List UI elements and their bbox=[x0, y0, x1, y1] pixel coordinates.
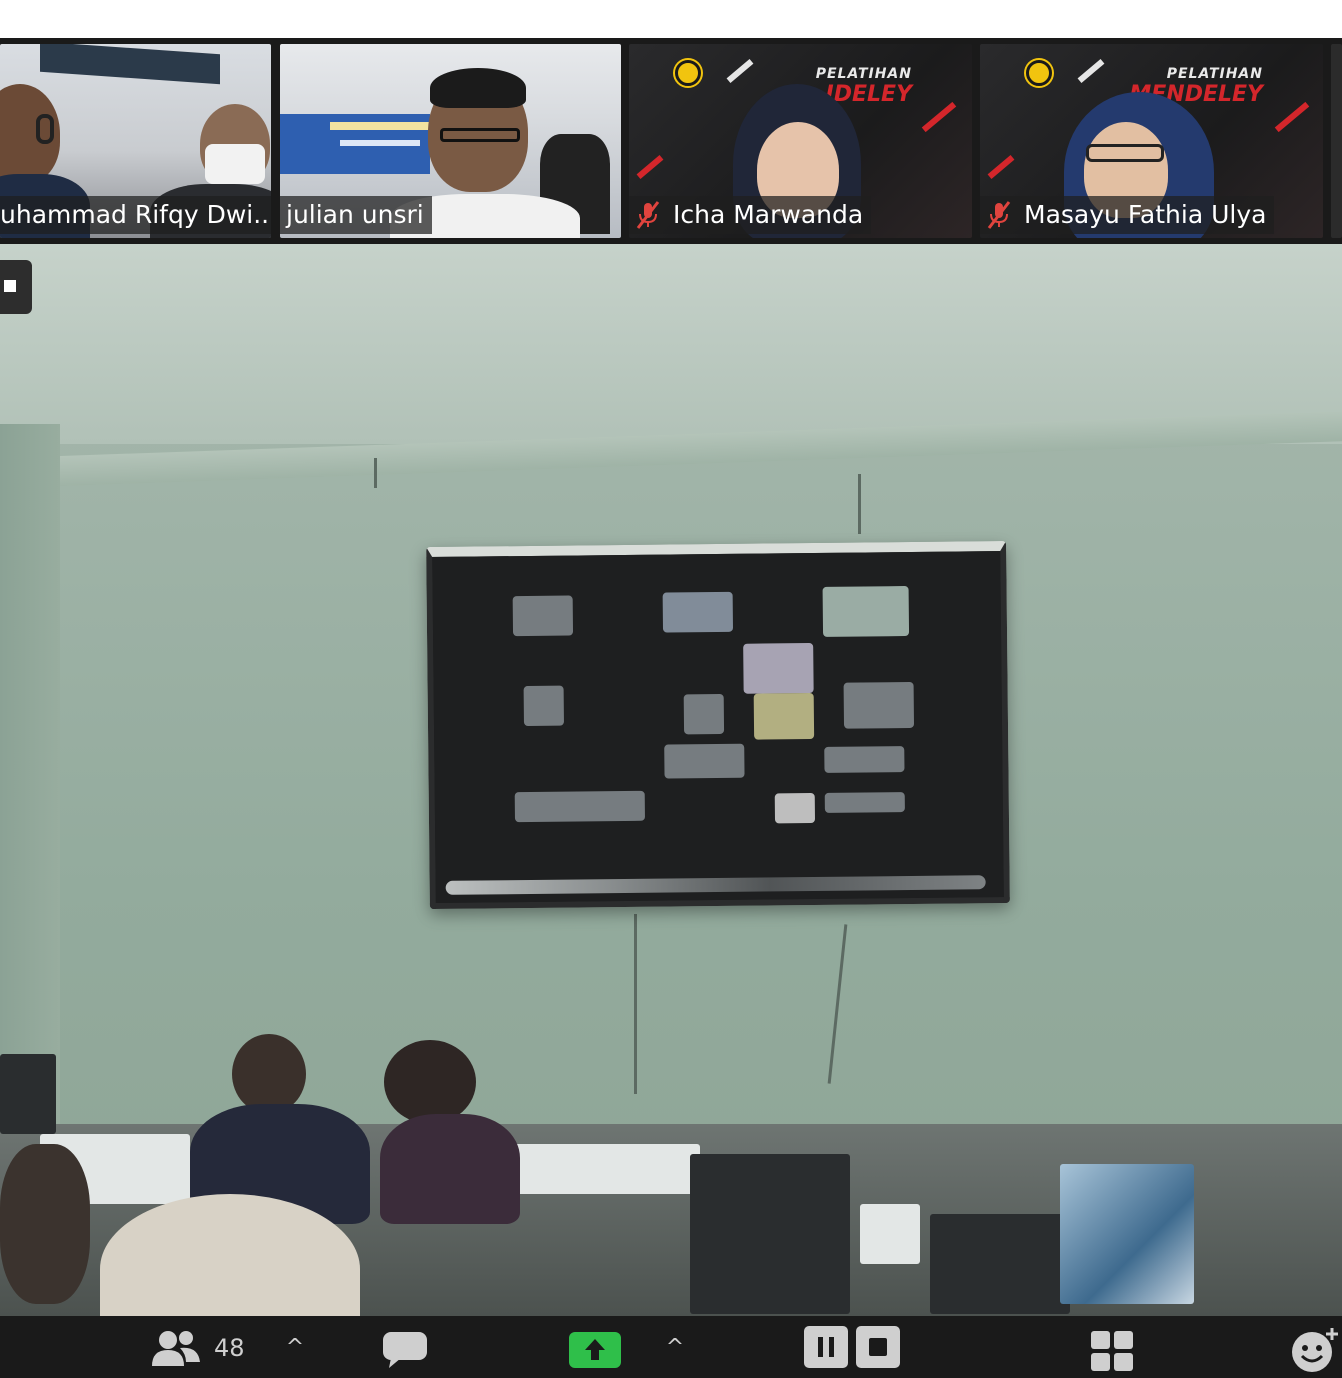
active-speaker-video[interactable] bbox=[0, 244, 1342, 1316]
video-options-badge[interactable] bbox=[0, 260, 32, 314]
participants-icon bbox=[152, 1331, 200, 1366]
participants-button[interactable]: 48 bbox=[150, 1328, 260, 1368]
pause-share-icon bbox=[804, 1326, 848, 1368]
share-options-chevron[interactable]: ^ bbox=[664, 1330, 686, 1364]
chevron-up-icon: ^ bbox=[665, 1334, 685, 1360]
stop-icon bbox=[4, 280, 16, 292]
top-margin bbox=[0, 0, 1342, 38]
participant-tile[interactable]: julian unsri bbox=[280, 44, 621, 238]
university-logo bbox=[1026, 60, 1052, 86]
share-screen-button[interactable] bbox=[568, 1330, 622, 1370]
stop-share-button[interactable] bbox=[854, 1324, 902, 1370]
chat-icon bbox=[383, 1332, 427, 1368]
participant-name-label: Icha Marwanda bbox=[629, 196, 872, 234]
participant-name-label: uhammad Rifqy Dwi... bbox=[0, 196, 271, 234]
participant-name: julian unsri bbox=[286, 200, 424, 229]
stop-share-icon bbox=[856, 1326, 900, 1368]
participant-thumbnail-strip: uhammad Rifqy Dwi... julian unsri PELATI… bbox=[0, 38, 1342, 244]
participant-name: Icha Marwanda bbox=[673, 200, 864, 229]
university-logo bbox=[675, 60, 701, 86]
chevron-up-icon: ^ bbox=[285, 1334, 305, 1360]
participant-tile[interactable]: PELATIHAN MENDELEY Masayu Fathia Ulya bbox=[980, 44, 1323, 238]
participants-count: 48 bbox=[214, 1334, 245, 1362]
reactions-icon bbox=[1292, 1328, 1338, 1372]
participant-tile[interactable]: uhammad Rifqy Dwi... bbox=[0, 44, 271, 238]
participant-tile[interactable] bbox=[1331, 44, 1342, 238]
gallery-view-icon bbox=[1091, 1331, 1133, 1371]
participant-tile[interactable]: PELATIHAN IDELEY Icha Marwanda bbox=[629, 44, 972, 238]
participant-name-label: Masayu Fathia Ulya bbox=[980, 196, 1275, 234]
banner-title: PELATIHAN bbox=[1166, 66, 1263, 82]
wall-tv bbox=[426, 540, 1010, 910]
meeting-toolbar: 48 ^ ^ bbox=[0, 1316, 1342, 1378]
participant-name: uhammad Rifqy Dwi... bbox=[0, 200, 271, 229]
pause-share-button[interactable] bbox=[802, 1324, 850, 1370]
participant-name-label: julian unsri bbox=[280, 196, 432, 234]
reactions-button[interactable] bbox=[1290, 1326, 1342, 1374]
microphone-muted-icon bbox=[987, 201, 1011, 229]
tv-screen bbox=[503, 582, 926, 846]
gallery-view-button[interactable] bbox=[1088, 1328, 1136, 1374]
microphone-muted-icon bbox=[636, 201, 660, 229]
banner-title: PELATIHAN bbox=[815, 66, 912, 82]
share-screen-icon bbox=[569, 1332, 621, 1368]
participants-options-chevron[interactable]: ^ bbox=[284, 1330, 306, 1364]
participant-name: Masayu Fathia Ulya bbox=[1024, 200, 1267, 229]
chat-button[interactable] bbox=[380, 1330, 430, 1370]
